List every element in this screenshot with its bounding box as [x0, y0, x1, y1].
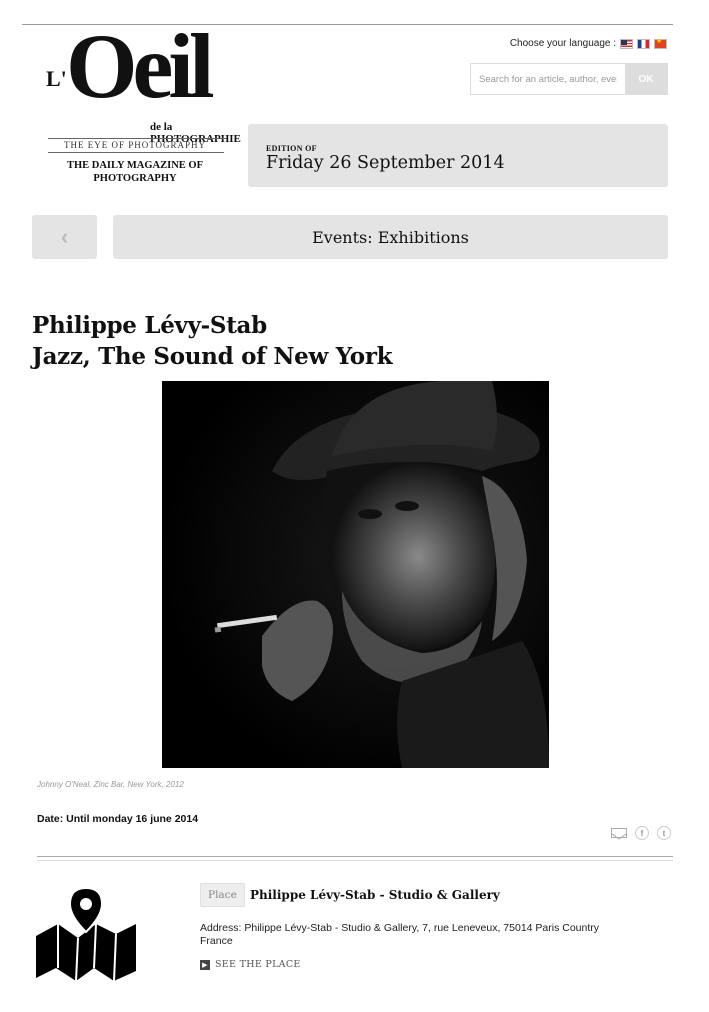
- facebook-icon[interactable]: f: [635, 826, 649, 840]
- edition-box: EDITION OF Friday 26 September 2014: [248, 124, 668, 187]
- search-input[interactable]: [471, 64, 625, 94]
- jazz-portrait-image: [162, 381, 549, 768]
- see-place-label: SEE THE PLACE: [215, 959, 301, 970]
- section-header: Events: Exhibitions: [113, 215, 668, 259]
- cn-flag-icon[interactable]: [654, 37, 667, 49]
- logo-letter: L': [46, 66, 67, 91]
- place-name[interactable]: Philippe Lévy-Stab - Studio & Gallery: [250, 888, 500, 902]
- event-date: Date: Until monday 16 june 2014: [37, 813, 199, 825]
- edition-date: Friday 26 September 2014: [266, 153, 505, 173]
- article-photo: [162, 381, 549, 768]
- search-ok-button[interactable]: OK: [625, 64, 667, 94]
- article-title-artist: Philippe Lévy-Stab: [32, 312, 267, 339]
- article-title-exhibition: Jazz, The Sound of New York: [32, 343, 393, 370]
- search-bar: OK: [470, 63, 668, 95]
- logo-tagline: THE EYE OF PHOTOGRAPHY: [63, 140, 207, 150]
- logo-main-text: Oeil: [66, 15, 214, 117]
- photo-caption: Johnny O'Neal, Zinc Bar, New York, 2012: [37, 780, 184, 789]
- language-label: Choose your language :: [509, 38, 616, 49]
- arrow-right-icon: ▶: [200, 959, 210, 970]
- language-selector: Choose your language :: [509, 37, 667, 49]
- logo-subtitle: THE DAILY MAGAZINE OF PHOTOGRAPHY: [66, 160, 204, 184]
- share-icons: f t: [611, 826, 671, 840]
- fr-flag-icon[interactable]: [637, 38, 650, 49]
- mail-icon[interactable]: [611, 828, 627, 840]
- us-flag-icon[interactable]: [620, 38, 633, 49]
- place-address: Address: Philippe Lévy-Stab - Studio & G…: [200, 922, 600, 947]
- site-logo[interactable]: L' Oeil de la PHOTOGRAPHIE THE EYE OF PH…: [44, 20, 241, 191]
- twitter-icon[interactable]: t: [657, 826, 671, 840]
- article-title: Philippe Lévy-Stab Jazz, The Sound of Ne…: [32, 310, 393, 372]
- map-pin-icon: [36, 886, 136, 981]
- edition-label: EDITION OF: [266, 144, 317, 153]
- chevron-left-icon: ‹: [60, 224, 69, 249]
- place-tag: Place: [200, 883, 245, 907]
- section-title: Events: Exhibitions: [312, 227, 469, 247]
- back-button[interactable]: ‹: [32, 215, 97, 259]
- section-divider: [37, 856, 673, 861]
- see-place-link[interactable]: ▶ SEE THE PLACE: [200, 959, 301, 970]
